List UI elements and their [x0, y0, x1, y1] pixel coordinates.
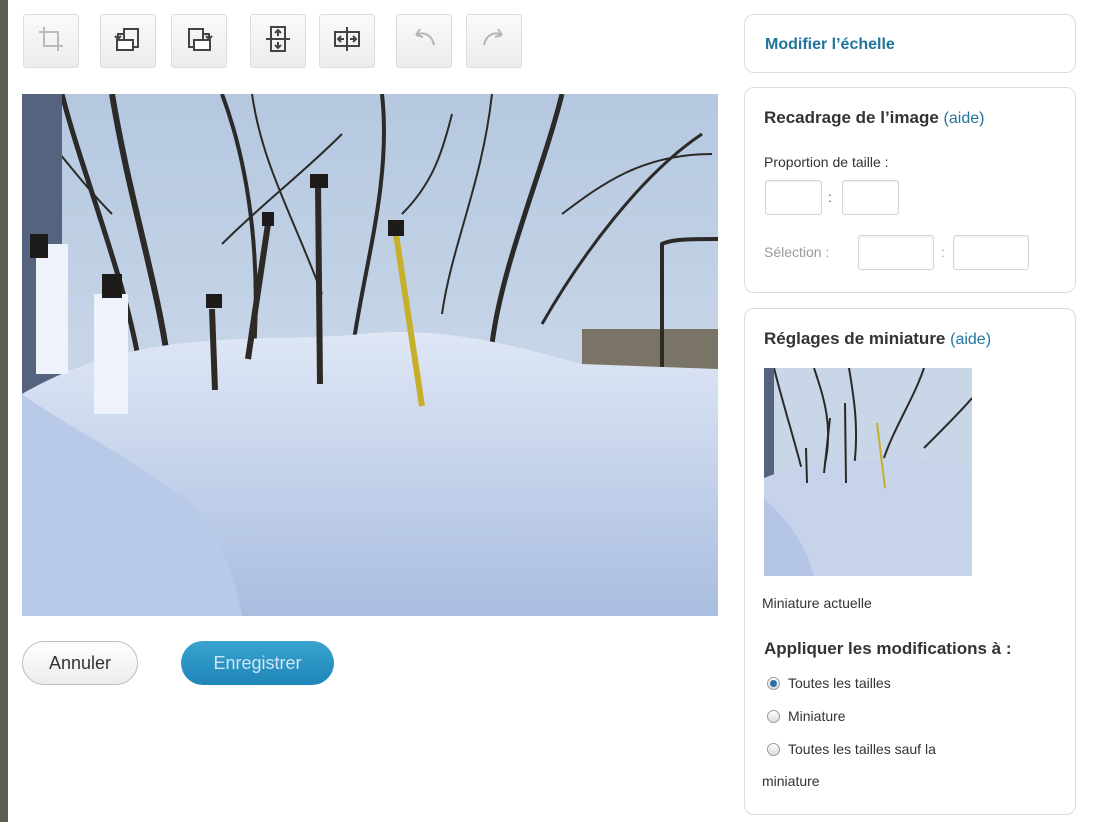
cancel-button[interactable]: Annuler	[22, 641, 138, 685]
selection-height-input[interactable]	[953, 235, 1029, 270]
apply-option-all-but-thumbnail[interactable]: Toutes les tailles sauf la	[767, 741, 936, 757]
current-thumbnail-image	[764, 368, 972, 576]
radio-icon[interactable]	[767, 742, 780, 756]
thumbnail-help-link[interactable]: (aide)	[950, 331, 991, 348]
ratio-height-input[interactable]	[842, 180, 899, 215]
crop-button[interactable]	[23, 14, 79, 68]
redo-button[interactable]	[466, 14, 522, 68]
thumbnail-title-text: Réglages de miniature	[764, 329, 946, 348]
ratio-width-input[interactable]	[765, 180, 822, 215]
ratio-label: Proportion de taille :	[764, 154, 889, 170]
crop-title-text: Recadrage de l’image	[764, 108, 939, 127]
crop-panel: Recadrage de l’image (aide) Proportion d…	[744, 87, 1076, 293]
flip-vertical-button[interactable]	[250, 14, 306, 68]
apply-option-all-sizes[interactable]: Toutes les tailles	[767, 675, 891, 691]
thumbnail-title: Réglages de miniature (aide)	[764, 329, 991, 349]
selection-width-input[interactable]	[858, 235, 934, 270]
apply-option-label-continued: miniature	[762, 773, 820, 789]
apply-option-label: Toutes les tailles	[788, 675, 891, 691]
crop-icon	[35, 23, 67, 60]
radio-selected-icon[interactable]	[767, 676, 780, 690]
image-editor: Annuler Enregistrer Modifier l’échelle R…	[8, 0, 1097, 822]
redo-icon	[478, 23, 510, 60]
undo-icon	[408, 23, 440, 60]
apply-title: Appliquer les modifications à :	[764, 639, 1012, 658]
thumbnail-panel: Réglages de miniature (aide) Miniature a…	[744, 308, 1076, 815]
flip-horizontal-icon	[331, 23, 363, 60]
rotate-right-button[interactable]	[171, 14, 227, 68]
apply-option-label: Toutes les tailles sauf la	[788, 741, 936, 757]
selection-label: Sélection :	[764, 244, 830, 260]
scale-link[interactable]: Modifier l’échelle	[765, 36, 895, 54]
flip-horizontal-button[interactable]	[319, 14, 375, 68]
undo-button[interactable]	[396, 14, 452, 68]
flip-vertical-icon	[262, 23, 294, 60]
rotate-right-icon	[183, 23, 215, 60]
save-button[interactable]: Enregistrer	[181, 641, 334, 685]
current-thumbnail-label: Miniature actuelle	[762, 595, 872, 611]
apply-option-thumbnail[interactable]: Miniature	[767, 708, 846, 724]
scale-panel: Modifier l’échelle	[744, 14, 1076, 73]
radio-icon[interactable]	[767, 709, 780, 723]
apply-option-label: Miniature	[788, 708, 846, 724]
crop-title: Recadrage de l’image (aide)	[764, 108, 984, 128]
rotate-left-icon	[112, 23, 144, 60]
rotate-left-button[interactable]	[100, 14, 156, 68]
crop-help-link[interactable]: (aide)	[944, 110, 985, 127]
preview-image[interactable]	[22, 94, 718, 616]
selection-separator: :	[941, 244, 945, 260]
ratio-separator: :	[828, 189, 832, 205]
